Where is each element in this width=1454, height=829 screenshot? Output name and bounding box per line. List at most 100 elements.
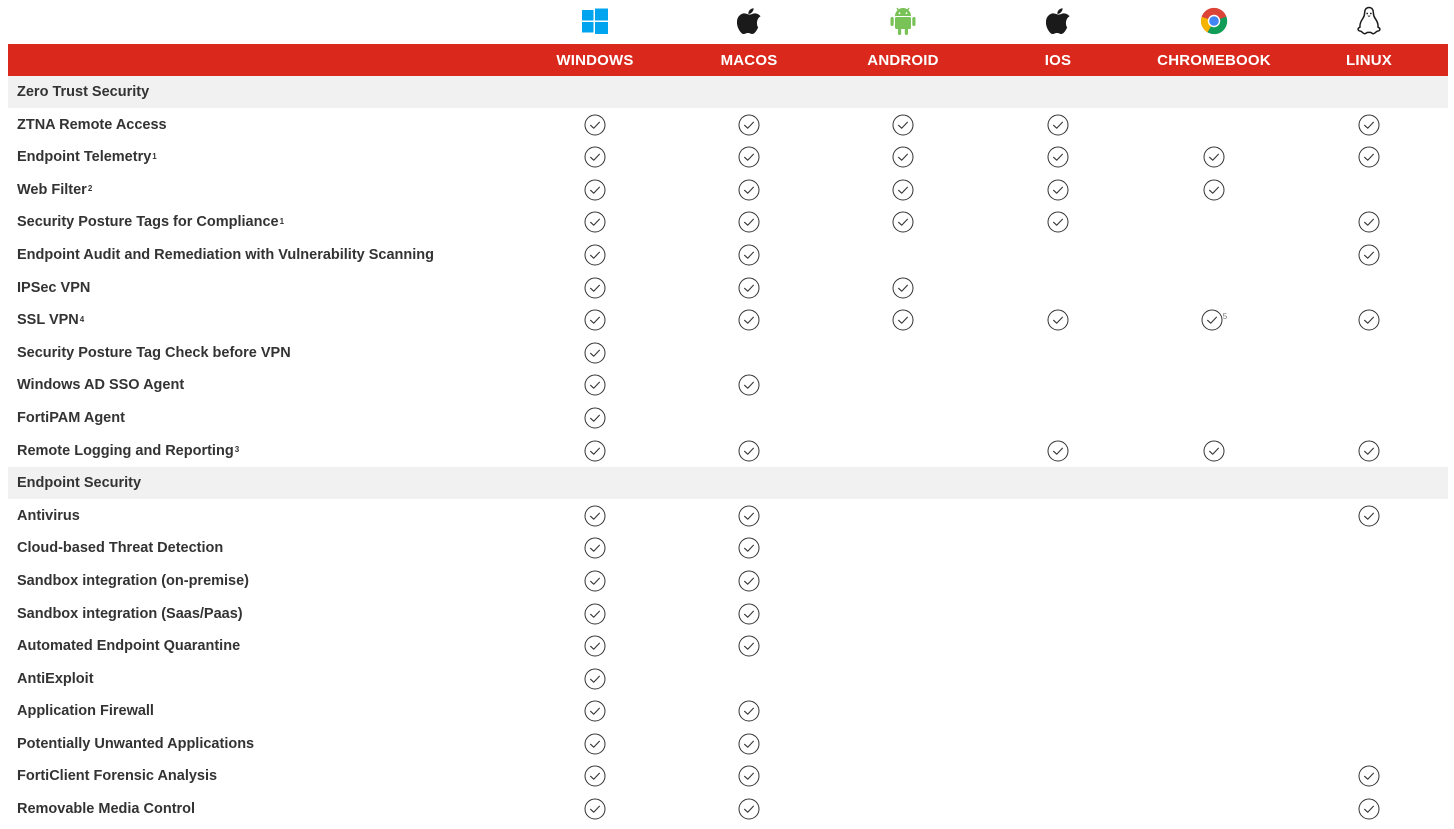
feature-label-text: Security Posture Tag Check before VPN <box>17 344 291 361</box>
check-icon <box>727 500 771 532</box>
check-icon <box>1347 760 1391 792</box>
section-title: Zero Trust Security <box>17 76 149 108</box>
check-icon <box>881 272 925 304</box>
footnote-marker: 4 <box>79 314 85 324</box>
check-icon <box>573 793 617 825</box>
feature-label-text: Sandbox integration (on-premise) <box>17 572 250 589</box>
feature-label: FortiClient Forensic Analysis <box>17 760 217 792</box>
feature-label: Security Posture Tags for Compliance 1 <box>17 206 284 238</box>
check-icon <box>573 206 617 238</box>
feature-row: Endpoint Audit and Remediation with Vuln… <box>8 239 1448 272</box>
check-icon <box>881 174 925 206</box>
check-icon: 5 <box>1192 304 1236 336</box>
feature-label-text: Cloud-based Threat Detection <box>17 540 224 557</box>
check-icon <box>727 239 771 271</box>
check-icon <box>573 663 617 695</box>
feature-label: Web Filter 2 <box>17 174 92 206</box>
feature-label: Cloud-based Threat Detection <box>17 532 223 564</box>
apple-icon <box>729 6 769 36</box>
check-icon <box>573 369 617 401</box>
feature-label-text: AntiExploit <box>17 670 94 687</box>
feature-label: Potentially Unwanted Applications <box>17 728 254 760</box>
check-icon <box>727 630 771 662</box>
check-icon <box>573 565 617 597</box>
feature-label-text: SSL VPN <box>17 312 79 329</box>
feature-row: Remote Logging and Reporting 3 <box>8 435 1448 468</box>
feature-row: FortiClient Forensic Analysis <box>8 760 1448 794</box>
feature-label: Removable Media Control <box>17 793 195 825</box>
feature-label: Endpoint Audit and Remediation with Vuln… <box>17 239 434 271</box>
check-icon <box>573 630 617 662</box>
feature-row: FortiPAM Agent <box>8 402 1448 435</box>
feature-row: Application Firewall <box>8 695 1448 728</box>
feature-label: Endpoint Telemetry 1 <box>17 141 157 173</box>
check-icon <box>1347 793 1391 825</box>
check-icon <box>727 141 771 173</box>
check-icon <box>727 304 771 336</box>
feature-row: Potentially Unwanted Applications <box>8 728 1448 761</box>
check-icon <box>573 402 617 434</box>
check-icon <box>1347 500 1391 532</box>
check-icon <box>1192 141 1236 173</box>
check-icon <box>1036 109 1080 141</box>
check-icon <box>1036 304 1080 336</box>
check-icon <box>727 565 771 597</box>
check-icon <box>727 206 771 238</box>
check-icon <box>1347 435 1391 467</box>
feature-row: Sandbox integration (Saas/Paas) <box>8 598 1448 631</box>
check-icon <box>573 304 617 336</box>
check-icon <box>573 695 617 727</box>
feature-row: Automated Endpoint Quarantine <box>8 630 1448 663</box>
section-header-row: Zero Trust Security <box>8 76 1448 109</box>
feature-label: Sandbox integration (on-premise) <box>17 565 249 597</box>
feature-row: SSL VPN 4 5 <box>8 304 1448 337</box>
android-icon <box>883 6 923 36</box>
check-icon <box>727 760 771 792</box>
check-icon <box>1192 435 1236 467</box>
feature-label: IPSec VPN <box>17 272 90 304</box>
feature-label-text: ZTNA Remote Access <box>17 116 167 133</box>
feature-row: Cloud-based Threat Detection <box>8 532 1448 565</box>
feature-label-text: Removable Media Control <box>17 801 196 818</box>
linux-tux-icon <box>1349 6 1389 36</box>
check-icon <box>881 206 925 238</box>
check-icon <box>573 728 617 760</box>
check-icon <box>573 500 617 532</box>
feature-row: AntiExploit <box>8 663 1448 696</box>
check-icon <box>881 304 925 336</box>
feature-row: Web Filter 2 <box>8 174 1448 207</box>
feature-label: Remote Logging and Reporting 3 <box>17 435 239 467</box>
column-header-android: ANDROID <box>867 51 939 69</box>
check-icon <box>727 174 771 206</box>
check-icon <box>573 141 617 173</box>
check-icon <box>881 109 925 141</box>
feature-label-text: Application Firewall <box>17 703 154 720</box>
check-icon <box>573 174 617 206</box>
feature-label-text: Automated Endpoint Quarantine <box>17 638 241 655</box>
check-icon <box>573 109 617 141</box>
platform-icon-row <box>0 0 1454 42</box>
feature-label: Security Posture Tag Check before VPN <box>17 337 291 369</box>
footnote-marker: 1 <box>279 216 285 226</box>
feature-label: Windows AD SSO Agent <box>17 369 184 401</box>
feature-row: ZTNA Remote Access <box>8 109 1448 142</box>
check-icon <box>727 598 771 630</box>
feature-label: AntiExploit <box>17 663 94 695</box>
check-icon <box>1192 174 1236 206</box>
feature-row: Antivirus <box>8 500 1448 533</box>
check-icon <box>727 793 771 825</box>
column-header-chromebook: CHROMEBOOK <box>1157 51 1271 69</box>
cell-footnote-marker: 5 <box>1222 311 1228 321</box>
footnote-marker: 3 <box>234 445 240 455</box>
feature-label: Sandbox integration (Saas/Paas) <box>17 598 243 630</box>
feature-row: Security Posture Tags for Compliance 1 <box>8 206 1448 239</box>
check-icon <box>1036 206 1080 238</box>
windows-icon <box>575 6 615 36</box>
feature-matrix: WINDOWS MACOS ANDROID IOS CHROMEBOOK LINUX Ze… <box>0 0 1454 829</box>
feature-rows: Zero Trust Security ZTNA Remote Access End… <box>8 76 1448 826</box>
feature-row: Windows AD SSO Agent <box>8 369 1448 402</box>
feature-label-text: Sandbox integration (Saas/Paas) <box>17 605 243 622</box>
check-icon <box>727 435 771 467</box>
feature-row: Removable Media Control <box>8 793 1448 826</box>
check-icon <box>573 337 617 369</box>
